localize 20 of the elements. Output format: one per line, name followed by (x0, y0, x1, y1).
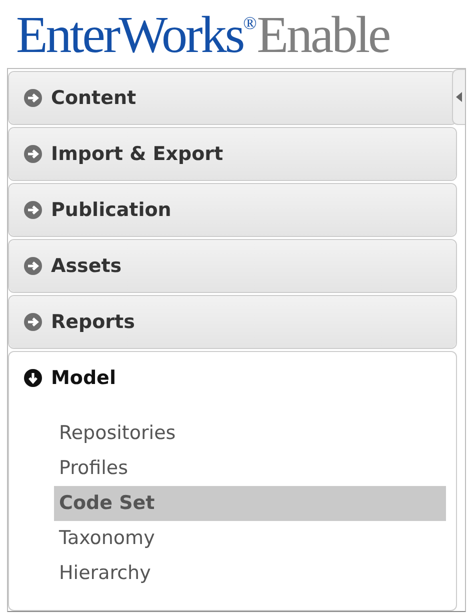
menu-item[interactable]: Code Set (54, 486, 446, 521)
accordion-header[interactable]: Content (9, 72, 456, 124)
menu-item[interactable]: Profiles (54, 451, 446, 486)
menu-item[interactable]: Hierarchy (54, 556, 446, 591)
registered-mark: ® (243, 14, 255, 32)
section-title: Publication (51, 199, 172, 221)
section-title: Model (51, 367, 116, 389)
section-title: Assets (51, 255, 122, 277)
logo-brand-text: EnterWorks (16, 10, 244, 62)
section-title: Content (51, 87, 136, 109)
accordion-header[interactable]: Reports (9, 296, 456, 348)
collapse-tab[interactable] (452, 69, 465, 125)
menu-item[interactable]: Taxonomy (54, 521, 446, 556)
logo-product-text: Enable (256, 10, 390, 62)
section-title: Import & Export (51, 143, 224, 165)
section-title: Reports (51, 311, 135, 333)
accordion-header[interactable]: Publication (9, 184, 456, 236)
menu-item[interactable]: Repositories (54, 416, 446, 451)
accordion-header[interactable]: Assets (9, 240, 456, 292)
accordion-header[interactable]: Import & Export (9, 128, 456, 180)
